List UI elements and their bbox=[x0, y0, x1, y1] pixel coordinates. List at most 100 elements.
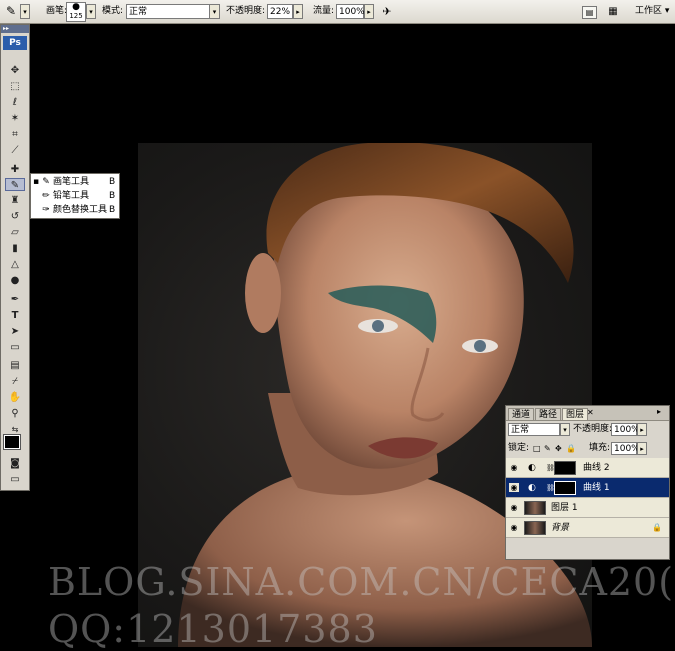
mode-label: 模式: bbox=[102, 6, 124, 16]
eyedropper-tool-icon[interactable]: ⌿ bbox=[5, 375, 25, 388]
panel-menu-icon[interactable]: ▸ bbox=[657, 407, 661, 416]
eraser-tool-icon[interactable]: ▱ bbox=[5, 226, 25, 239]
flyout-item-label: 画笔工具 bbox=[53, 177, 90, 187]
magic-wand-tool-icon[interactable]: ✶ bbox=[5, 112, 25, 125]
flyout-item-label: 铅笔工具 bbox=[53, 191, 90, 201]
layer-opacity-label: 不透明度: bbox=[573, 424, 613, 434]
layer-mask-thumbnail[interactable] bbox=[554, 481, 576, 495]
brush-tool-icon[interactable]: ✎ bbox=[5, 178, 25, 191]
curves-adjustment-icon: ◐ bbox=[528, 483, 536, 493]
visibility-eye-icon[interactable]: ◉ bbox=[509, 463, 519, 472]
flow-label: 流量: bbox=[313, 6, 335, 16]
layer-blend-mode-select[interactable]: 正常 bbox=[508, 423, 560, 436]
brush-icon: ✎ bbox=[42, 177, 50, 187]
blur-tool-icon[interactable]: △ bbox=[5, 258, 25, 271]
flyout-item-color-replacement[interactable]: ✑ 颜色替换工具 B bbox=[31, 204, 119, 217]
fill-input[interactable]: 100% bbox=[611, 442, 640, 455]
layer-mask-thumbnail[interactable] bbox=[554, 461, 576, 475]
ear-shape bbox=[245, 253, 281, 333]
layer-row[interactable]: ◉ ◐ ⛓ 曲线 1 bbox=[506, 478, 669, 498]
shape-tool-icon[interactable]: ▭ bbox=[5, 341, 25, 354]
flow-input[interactable]: 100% bbox=[336, 4, 365, 19]
pen-tool-icon[interactable]: ✒ bbox=[5, 293, 25, 306]
flyout-item-pencil[interactable]: ✏ 铅笔工具 B bbox=[31, 190, 119, 203]
layer-opacity-arrow[interactable]: ▸ bbox=[637, 423, 647, 436]
healing-brush-tool-icon[interactable]: ✚ bbox=[5, 163, 25, 176]
hand-tool-icon[interactable]: ✋ bbox=[5, 391, 25, 404]
tab-channels[interactable]: 通道 bbox=[508, 408, 535, 420]
airbrush-icon[interactable]: ✈ bbox=[380, 4, 394, 19]
flyout-item-brush[interactable]: ▪ ✎ 画笔工具 B bbox=[31, 176, 119, 189]
layer-row[interactable]: ◉ 图层 1 bbox=[506, 498, 669, 518]
right-iris bbox=[474, 340, 486, 352]
toolbox: ▸▸ Ps ✥ ⬚ ℓ ✶ ⌗ ⟋ ✚ ✎ ♜ ↺ ▱ ▮ △ ● ✒ T ➤ … bbox=[0, 24, 30, 491]
layer-row[interactable]: ◉ 背景 🔒 bbox=[506, 518, 669, 538]
blend-mode-arrow[interactable]: ▾ bbox=[560, 423, 570, 436]
layer-name: 曲线 1 bbox=[583, 483, 610, 493]
layer-opacity-input[interactable]: 100% bbox=[611, 423, 640, 436]
pencil-icon: ✏ bbox=[42, 191, 50, 201]
dodge-tool-icon[interactable]: ● bbox=[5, 274, 25, 287]
history-brush-tool-icon[interactable]: ↺ bbox=[5, 210, 25, 223]
opacity-slider-arrow[interactable]: ▸ bbox=[293, 4, 303, 19]
lasso-tool-icon[interactable]: ℓ bbox=[5, 96, 25, 109]
gradient-tool-icon[interactable]: ▮ bbox=[5, 242, 25, 255]
lock-label: 锁定: bbox=[508, 443, 530, 453]
foreground-color-swatch[interactable] bbox=[3, 434, 21, 450]
fill-label: 填充: bbox=[589, 443, 611, 453]
mode-select-arrow[interactable]: ▾ bbox=[209, 4, 220, 19]
type-tool-icon[interactable]: T bbox=[5, 309, 25, 322]
face-shape bbox=[273, 169, 524, 469]
flow-slider-arrow[interactable]: ▸ bbox=[364, 4, 374, 19]
brush-size-picker[interactable]: ● 125 bbox=[66, 2, 86, 22]
crop-tool-icon[interactable]: ⌗ bbox=[5, 128, 25, 141]
tab-paths[interactable]: 路径 bbox=[535, 408, 562, 420]
visibility-eye-icon[interactable]: ◉ bbox=[509, 483, 519, 492]
zoom-tool-icon[interactable]: ⚲ bbox=[5, 407, 25, 420]
tab-layers[interactable]: 图层 bbox=[562, 408, 589, 420]
active-marker-icon: ▪ bbox=[33, 177, 40, 187]
workspace-menu[interactable]: 工作区 ▾ bbox=[635, 4, 669, 19]
ps-logo[interactable]: Ps bbox=[3, 36, 27, 50]
shortcut-key: B bbox=[109, 205, 116, 215]
layer-thumbnail[interactable] bbox=[524, 521, 546, 535]
mode-select[interactable]: 正常 bbox=[126, 4, 210, 19]
flyout-item-label: 颜色替换工具 bbox=[53, 205, 108, 215]
move-tool-icon[interactable]: ✥ bbox=[5, 64, 25, 77]
brush-tool-preset-icon[interactable]: ✎ bbox=[3, 4, 19, 19]
lock-all-icon[interactable]: 🔒 bbox=[566, 442, 576, 455]
layer-row[interactable]: ◉ ◐ ⛓ 曲线 2 bbox=[506, 458, 669, 478]
lock-transparency-icon[interactable]: □ bbox=[533, 442, 541, 455]
slice-tool-icon[interactable]: ⟋ bbox=[5, 144, 25, 157]
workspace-label: 工作区 bbox=[635, 6, 663, 16]
opacity-label: 不透明度: bbox=[226, 6, 266, 16]
notes-tool-icon[interactable]: ▤ bbox=[5, 359, 25, 372]
lock-position-icon[interactable]: ✥ bbox=[555, 442, 562, 455]
marquee-tool-icon[interactable]: ⬚ bbox=[5, 80, 25, 93]
visibility-eye-icon[interactable]: ◉ bbox=[509, 523, 519, 532]
layer-thumbnail[interactable] bbox=[524, 501, 546, 515]
watermark-line-1: BLOG.SINA.COM.CN/CECA20( bbox=[48, 560, 675, 604]
layers-panel-tabs: 通道 路径 图层 ✕ ▸ bbox=[506, 406, 669, 421]
watermark-line-2: QQ:1213017383 bbox=[48, 607, 378, 651]
opacity-input[interactable]: 22% bbox=[267, 4, 293, 19]
fill-arrow[interactable]: ▸ bbox=[637, 442, 647, 455]
brush-picker-arrow[interactable]: ▾ bbox=[86, 4, 96, 19]
path-selection-tool-icon[interactable]: ➤ bbox=[5, 325, 25, 338]
color-replacement-icon: ✑ bbox=[42, 205, 50, 215]
brush-tip-icon: ● bbox=[72, 2, 80, 12]
shortcut-key: B bbox=[109, 177, 116, 187]
file-browser-icon[interactable]: ▤ bbox=[582, 6, 597, 19]
visibility-eye-icon[interactable]: ◉ bbox=[509, 503, 519, 512]
close-tab-icon[interactable]: ✕ bbox=[587, 408, 594, 417]
palette-well-icon[interactable]: ▦ bbox=[606, 4, 620, 19]
brush-size-value: 125 bbox=[69, 12, 83, 20]
lock-image-icon[interactable]: ✎ bbox=[544, 442, 551, 455]
quick-mask-icon[interactable]: ◙ bbox=[5, 457, 25, 470]
layers-panel: 通道 路径 图层 ✕ ▸ 正常 ▾ 不透明度: 100% ▸ 锁定: □ ✎ ✥… bbox=[505, 405, 670, 560]
screen-mode-icon[interactable]: ▭ bbox=[5, 473, 25, 486]
tool-preset-dropdown-arrow[interactable]: ▾ bbox=[20, 4, 30, 19]
clone-stamp-tool-icon[interactable]: ♜ bbox=[5, 194, 25, 207]
layer-name: 曲线 2 bbox=[583, 463, 610, 473]
toolbox-grip[interactable]: ▸▸ bbox=[1, 25, 29, 33]
